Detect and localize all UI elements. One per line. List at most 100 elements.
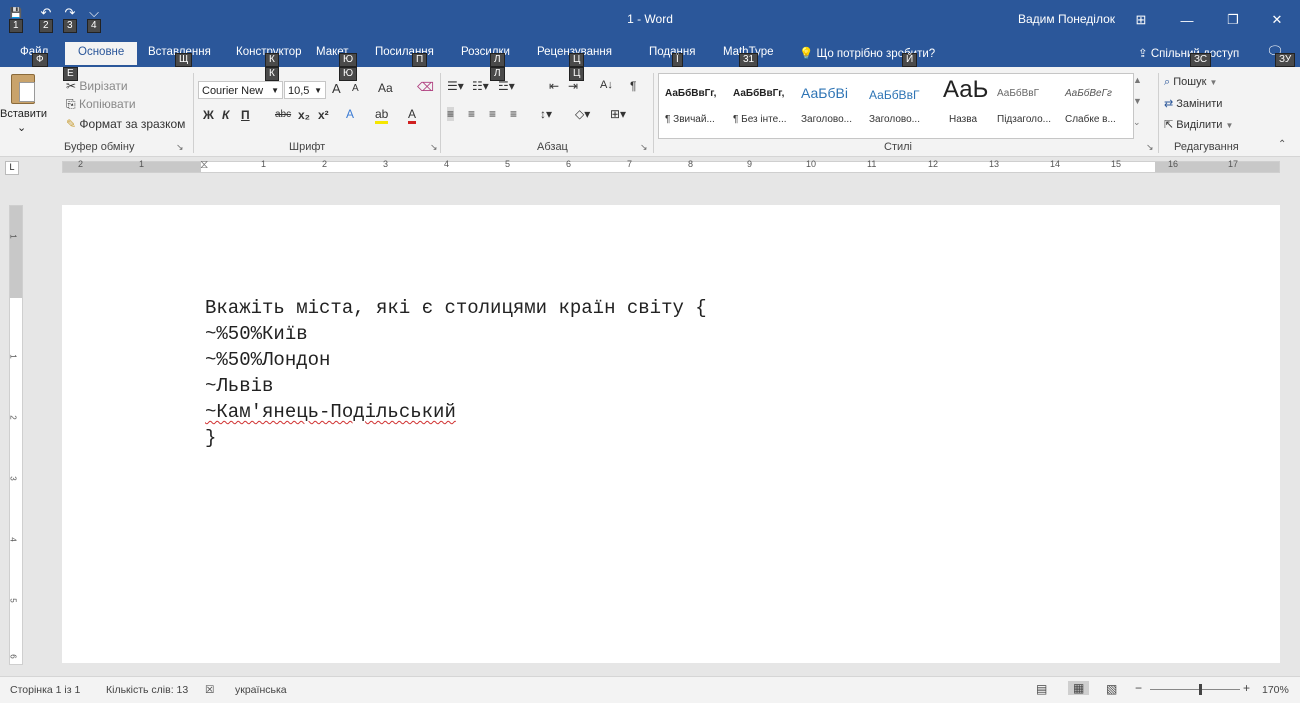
vruler-number: 3	[8, 476, 18, 481]
select-button[interactable]: ⇱ Виділити ▼	[1164, 118, 1233, 131]
text-effects-button[interactable]: A	[346, 107, 354, 121]
align-left-icon[interactable]: ≡	[447, 107, 455, 121]
shading-icon[interactable]: ◇▾	[575, 107, 590, 121]
proofing-icon[interactable]: ☒	[205, 684, 214, 696]
tab-home[interactable]: Основне	[65, 42, 138, 65]
format-painter-button[interactable]: ✎ Формат за зразком	[66, 117, 185, 131]
document-line[interactable]: ~Львів	[205, 375, 273, 397]
subscript-button[interactable]: x₂	[298, 108, 310, 122]
keytip-review: Ц	[569, 53, 585, 67]
web-layout-icon[interactable]: ▧	[1106, 682, 1117, 696]
zoom-in-button[interactable]: +	[1243, 681, 1250, 695]
tab-selector-button[interactable]: L	[5, 161, 19, 175]
increase-indent-icon[interactable]: ⇥	[568, 79, 578, 93]
italic-button[interactable]: К	[222, 108, 229, 122]
multilevel-list-icon[interactable]: ☲▾	[498, 79, 515, 93]
highlight-button[interactable]: ab	[375, 107, 389, 124]
share-icon: ⇪	[1138, 48, 1148, 60]
separator	[653, 73, 654, 153]
shrink-font-button[interactable]: A	[352, 83, 359, 94]
paste-dropdown-icon[interactable]: ⌄	[17, 121, 26, 134]
cut-button[interactable]: ✂ Вирізати	[66, 79, 128, 93]
horizontal-ruler	[0, 157, 1300, 177]
strikethrough-button[interactable]: abc	[275, 109, 291, 120]
zoom-slider-thumb[interactable]	[1199, 684, 1202, 695]
styles-more-icon[interactable]: ⌄	[1133, 117, 1141, 128]
numbering-icon[interactable]: ☷▾	[472, 79, 489, 93]
share-button[interactable]: ⇪ Спільний доступ	[1138, 46, 1239, 60]
paragraph-launcher-icon[interactable]: ↘	[640, 142, 648, 153]
word-count[interactable]: Кількість слів: 13	[106, 684, 188, 696]
decrease-indent-icon[interactable]: ⇤	[549, 79, 559, 93]
vertical-ruler-margin	[10, 206, 22, 298]
keytip-paragraph: Л	[490, 67, 505, 81]
font-launcher-icon[interactable]: ↘	[430, 142, 438, 153]
ruler-number: 17	[1228, 159, 1239, 169]
zoom-out-button[interactable]: −	[1135, 681, 1142, 695]
keytip-paragraph-2: Ц	[569, 67, 585, 81]
styles-scroll-up-icon[interactable]: ▲	[1133, 75, 1142, 85]
document-line[interactable]: Вкажіть міста, які є столицями країн сві…	[205, 297, 707, 319]
replace-button[interactable]: ⇄ Замінити	[1164, 97, 1222, 110]
zoom-level[interactable]: 170%	[1262, 684, 1289, 696]
user-name[interactable]: Вадим Понеділок	[1018, 12, 1115, 26]
show-marks-button[interactable]: ¶	[630, 79, 636, 93]
font-name-combobox[interactable]: Courier New ▼	[198, 81, 283, 99]
vruler-number: 4	[8, 537, 18, 542]
bullets-icon[interactable]: ☰▾	[447, 79, 464, 93]
language-indicator[interactable]: українська	[235, 684, 287, 696]
underline-button[interactable]: П	[241, 108, 250, 122]
clipboard-launcher-icon[interactable]: ↘	[176, 142, 184, 153]
close-button[interactable]: ✕	[1254, 0, 1300, 40]
line-spacing-icon[interactable]: ↕▾	[540, 107, 552, 121]
change-case-button[interactable]: Aa	[378, 81, 393, 95]
superscript-button[interactable]: x²	[318, 108, 329, 122]
clipboard-group-label: Буфер обміну	[64, 141, 135, 153]
select-label: Виділити	[1176, 119, 1223, 131]
align-center-icon[interactable]: ≡	[468, 107, 475, 121]
ribbon-display-options-button[interactable]: ⊞	[1118, 0, 1164, 40]
ribbon-display-icon: ⊞	[1135, 12, 1147, 27]
font-size-combobox[interactable]: 10,5 ▼	[284, 81, 326, 99]
page-count[interactable]: Сторінка 1 із 1	[10, 684, 80, 696]
document-line[interactable]: ~%50%Лондон	[205, 349, 330, 371]
clear-formatting-icon[interactable]: ⌫	[417, 80, 434, 94]
vruler-number: 5	[8, 598, 18, 603]
ruler-strip	[62, 161, 1280, 173]
styles-gallery: АаБбВвГг, ¶ Звичай... АаБбВвГг, ¶ Без ін…	[658, 73, 1134, 139]
bold-button[interactable]: Ж	[203, 108, 214, 122]
indent-marker-icon[interactable]: ⧖	[200, 157, 208, 172]
document-line[interactable]: ~%50%Київ	[205, 323, 308, 345]
align-right-icon[interactable]: ≡	[489, 107, 496, 121]
collapse-ribbon-icon[interactable]: ⌃	[1278, 139, 1286, 150]
justify-icon[interactable]: ≡	[510, 107, 517, 121]
read-mode-icon[interactable]: ▤	[1036, 682, 1047, 696]
paste-icon[interactable]	[11, 74, 35, 104]
paste-button[interactable]: Вставити	[0, 108, 47, 120]
styles-launcher-icon[interactable]: ↘	[1146, 142, 1154, 153]
borders-icon[interactable]: ⊞▾	[610, 107, 626, 121]
ruler-number: 14	[1050, 159, 1061, 169]
restore-button[interactable]: ❐	[1210, 0, 1256, 40]
document-line[interactable]: }	[205, 427, 216, 449]
document-line[interactable]: ~Кам'янець-Подільський	[205, 401, 456, 423]
font-color-button[interactable]: A	[408, 107, 417, 124]
ribbon-tabs: Файл Ф Основне Вставлення Щ Конструктор …	[0, 40, 1300, 67]
copy-button[interactable]: ⎘ Копіювати	[66, 97, 136, 112]
sort-button[interactable]: A↓	[600, 79, 613, 91]
ruler-number: 2	[322, 159, 328, 169]
ribbon-home: E Вставити ⌄ ✂ Вирізати ⎘ Копіювати ✎ Фо…	[0, 67, 1300, 157]
status-bar: Сторінка 1 із 1 Кількість слів: 13 ☒ укр…	[0, 676, 1300, 703]
editing-group-label: Редагування	[1174, 141, 1239, 153]
minimize-button[interactable]: —	[1164, 0, 1210, 40]
styles-scroll-down-icon[interactable]: ▼	[1133, 96, 1142, 106]
paragraph-group-label: Абзац	[537, 141, 568, 153]
print-layout-icon[interactable]: ▦	[1068, 681, 1090, 695]
zoom-slider-track[interactable]	[1150, 689, 1240, 690]
style-name: Підзаголо...	[997, 114, 1052, 125]
document-page[interactable]: Вкажіть міста, які є столицями країн сві…	[62, 205, 1280, 663]
find-button[interactable]: ⌕ Пошук ▼	[1164, 76, 1217, 89]
keytip-design: К	[265, 53, 279, 67]
style-name: Назва	[949, 114, 978, 125]
grow-font-button[interactable]: A	[332, 81, 341, 96]
